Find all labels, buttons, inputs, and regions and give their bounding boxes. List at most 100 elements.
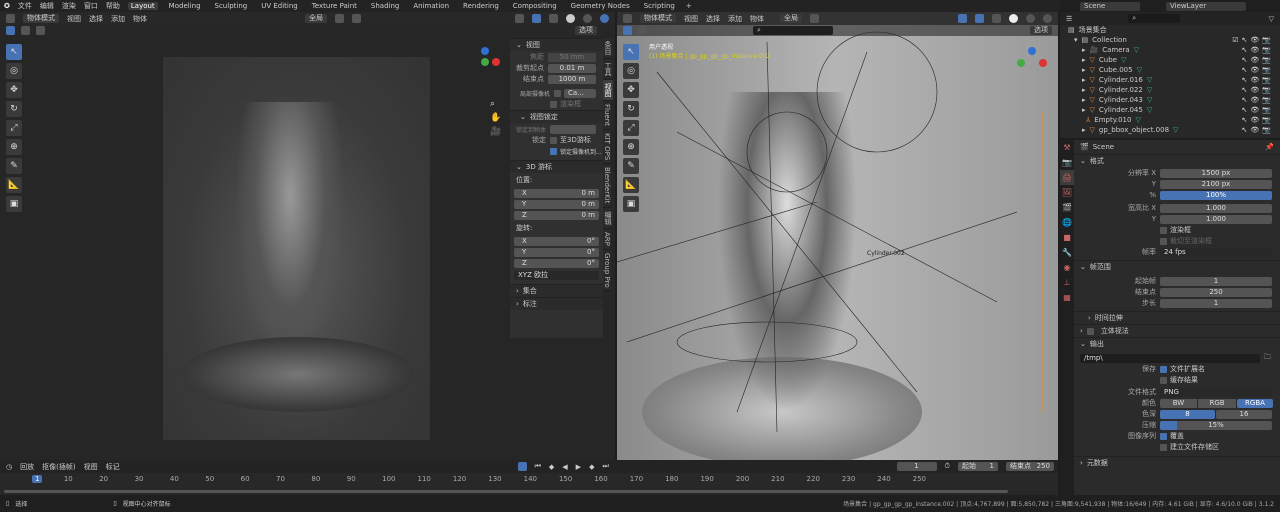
cache-result-checkbox[interactable]: [1160, 376, 1167, 384]
tab-item[interactable]: 条目: [603, 38, 613, 59]
placeholders-checkbox[interactable]: [1160, 443, 1167, 451]
overlay-toggle-icon[interactable]: [532, 14, 541, 23]
menu-select[interactable]: 选择: [706, 14, 720, 24]
section-view[interactable]: ⌄ 视图: [510, 38, 603, 51]
menu-select[interactable]: 选择: [89, 14, 103, 24]
workspace-tab-layout[interactable]: Layout: [127, 2, 158, 10]
color-rgba-option[interactable]: RGBA: [1237, 398, 1273, 408]
menu-view[interactable]: 视图: [684, 14, 698, 24]
cursor-tool-icon[interactable]: ◎: [6, 63, 22, 79]
stereoscopy-checkbox[interactable]: [1086, 327, 1094, 335]
jump-end-icon[interactable]: ⏭: [602, 462, 608, 471]
visibility-icons[interactable]: ↖👁📷: [1242, 46, 1280, 54]
expand-arrow-icon[interactable]: ▸: [1082, 66, 1086, 74]
cursor-rotation-y[interactable]: Y 0°: [514, 247, 599, 257]
editor-type-icon[interactable]: [6, 14, 15, 23]
options-button[interactable]: 选项: [575, 26, 597, 35]
start-frame-field[interactable]: 起始 1: [958, 462, 998, 471]
resolution-y-field[interactable]: 2100 px: [1160, 179, 1272, 189]
clip-start-field[interactable]: 0.01 m: [548, 63, 596, 73]
view-layer-selector[interactable]: ViewLayer: [1166, 1, 1246, 11]
object-tab-icon[interactable]: ■: [1060, 230, 1074, 245]
folder-icon[interactable]: 🗀: [1264, 353, 1271, 364]
frame-start-field[interactable]: 1: [1160, 276, 1272, 286]
snap-icon[interactable]: [335, 14, 344, 23]
expand-arrow-icon[interactable]: ▸: [1082, 106, 1086, 114]
resolution-percent-field[interactable]: 100%: [1160, 190, 1272, 200]
add-cube-tool-icon[interactable]: ▣: [623, 196, 639, 212]
rotation-mode-select[interactable]: XYZ 欧拉: [514, 270, 599, 280]
expand-arrow-icon[interactable]: ▸: [1082, 56, 1086, 64]
select-extend-icon[interactable]: [21, 26, 30, 35]
select-mode-icon[interactable]: [623, 26, 632, 35]
expand-arrow-icon[interactable]: ▸: [1082, 96, 1086, 104]
blender-logo-icon[interactable]: ✪: [4, 2, 10, 10]
local-camera-field[interactable]: Ca...: [564, 88, 596, 98]
visibility-icons[interactable]: ↖👁📷: [1242, 86, 1280, 94]
auto-keying-icon[interactable]: [517, 462, 527, 471]
render-region-checkbox[interactable]: [550, 100, 557, 108]
rendered-shading-icon[interactable]: [1043, 14, 1052, 23]
prev-keyframe-icon[interactable]: ◆: [549, 463, 554, 471]
playhead[interactable]: 1: [32, 475, 43, 483]
right-3d-viewport[interactable]: Cylinder.002 物体模式 视图 选择 添加 物体 全局 ⌕ 选项 用户…: [617, 12, 1058, 460]
menu-object[interactable]: 物体: [750, 14, 764, 24]
play-icon[interactable]: ▶: [576, 463, 581, 471]
visibility-icons[interactable]: ↖👁📷: [1242, 96, 1280, 104]
transform-tool-icon[interactable]: ⊕: [623, 139, 639, 155]
section-collections[interactable]: › 集合: [510, 284, 603, 297]
next-keyframe-icon[interactable]: ◆: [589, 463, 594, 471]
outliner-item[interactable]: ▸ ▽ Cube.005 ▽ ↖👁📷: [1060, 65, 1280, 75]
aspect-x-field[interactable]: 1.000: [1160, 203, 1272, 213]
solid-shading-icon[interactable]: [1009, 14, 1018, 23]
world-tab-icon[interactable]: 🌐: [1060, 215, 1074, 230]
outliner-search[interactable]: ⌕: [1128, 14, 1181, 23]
add-cube-tool-icon[interactable]: ▣: [6, 196, 22, 212]
left-3d-viewport[interactable]: 物体模式 视图 选择 添加 物体 全局 选项 ↖ ◎ ✥ ↻ ⤢ ⊕ ✎ 📐 ▣: [0, 12, 615, 460]
menu-view[interactable]: 视图: [67, 14, 81, 24]
navigation-gizmo[interactable]: [470, 47, 500, 77]
render-region-checkbox[interactable]: [1160, 226, 1167, 234]
workspace-tab-texture-paint[interactable]: Texture Paint: [309, 2, 360, 10]
render-tab-icon[interactable]: 📷: [1060, 155, 1074, 170]
frame-ruler[interactable]: 1 10 20 30 40 50 60 70 80 90 100 110 120 130 140 150 160…: [0, 475, 1058, 485]
rotate-tool-icon[interactable]: ↻: [6, 101, 22, 117]
measure-tool-icon[interactable]: 📐: [623, 177, 639, 193]
frame-rate-select[interactable]: 24 fps: [1160, 247, 1272, 257]
gizmo-z-axis[interactable]: [481, 47, 489, 55]
overwrite-checkbox[interactable]: [1160, 432, 1167, 440]
section-3d-cursor[interactable]: ⌄ 3D 游标: [510, 160, 603, 173]
crop-checkbox[interactable]: [1160, 237, 1167, 245]
lock-object-field[interactable]: [550, 124, 596, 134]
cursor-rotation-z[interactable]: Z 0°: [514, 258, 599, 268]
gizmo-toggle-icon[interactable]: [515, 14, 524, 23]
select-extend-icon[interactable]: [638, 26, 647, 35]
measure-tool-icon[interactable]: 📐: [6, 177, 22, 193]
select-subtract-icon[interactable]: [36, 26, 45, 35]
menu-render[interactable]: 渲染: [62, 1, 76, 11]
expand-arrow-icon[interactable]: ▸: [1082, 46, 1086, 54]
depth-16-option[interactable]: 16: [1216, 409, 1272, 419]
section-format[interactable]: ⌄ 格式: [1074, 154, 1280, 167]
menu-edit[interactable]: 编辑: [40, 1, 54, 11]
annotate-tool-icon[interactable]: ✎: [6, 158, 22, 174]
playback-menu[interactable]: 回放: [20, 462, 34, 472]
outliner-item[interactable]: ▸ 🎥 Camera ▽ ↖👁📷: [1060, 45, 1280, 55]
output-tab-icon[interactable]: 🖨: [1060, 170, 1074, 185]
scale-tool-icon[interactable]: ⤢: [623, 120, 639, 136]
visibility-icons[interactable]: ↖👁📷: [1242, 76, 1280, 84]
outliner-item[interactable]: ▸ ▽ gp_bbox_object.008 ▽ ↖👁📷: [1060, 125, 1280, 135]
section-view-lock[interactable]: ⌄ 视图锁定: [510, 110, 603, 123]
menu-help[interactable]: 帮助: [106, 1, 120, 11]
wireframe-shading-icon[interactable]: [992, 14, 1001, 23]
section-time-stretching[interactable]: › 时间拉伸: [1074, 311, 1280, 324]
expand-arrow-icon[interactable]: ▸: [1082, 76, 1086, 84]
material-shading-icon[interactable]: [583, 14, 592, 23]
outliner-item[interactable]: ▸ ▽ Cylinder.016 ▽ ↖👁📷: [1060, 75, 1280, 85]
file-extensions-checkbox[interactable]: [1160, 365, 1167, 373]
section-frame-range[interactable]: ⌄ 帧范围: [1074, 260, 1280, 273]
solid-shading-icon[interactable]: [566, 14, 575, 23]
tab-edit[interactable]: 编辑: [603, 207, 613, 229]
output-path-field[interactable]: /tmp\: [1080, 353, 1260, 363]
section-annotations[interactable]: › 标注: [510, 297, 603, 310]
